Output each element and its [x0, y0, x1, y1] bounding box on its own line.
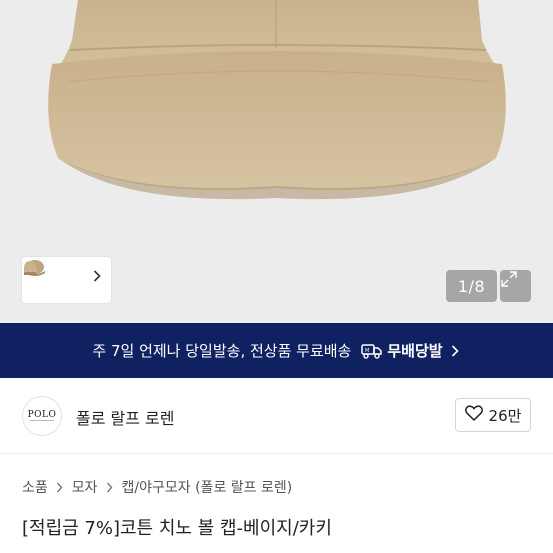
shipping-message: 주 7일 언제나 당일발송, 전상품 무료배송: [92, 342, 352, 360]
product-title: [적립금 7%]코튼 치노 볼 캡-베이지/카키: [22, 518, 332, 539]
breadcrumb-item[interactable]: 모자: [72, 477, 98, 497]
svg-text:M: M: [365, 348, 369, 354]
brand-name[interactable]: 폴로 랄프 로렌: [76, 405, 175, 429]
like-count: 26만: [488, 406, 522, 425]
chevron-right-icon: [451, 344, 461, 358]
shipping-banner[interactable]: 주 7일 언제나 당일발송, 전상품 무료배송 M 무배당발: [0, 323, 553, 378]
image-counter: 1/8: [446, 270, 497, 302]
breadcrumb-item[interactable]: 소품: [22, 477, 48, 497]
chevron-right-icon: [104, 481, 116, 493]
product-image-gallery[interactable]: 1/8: [0, 0, 553, 323]
truck-icon: M: [361, 342, 383, 360]
free-shipping-badge: 무배당발: [387, 342, 443, 360]
chevron-right-icon[interactable]: [93, 270, 105, 290]
breadcrumb-item[interactable]: 캡/야구모자 (폴로 랄프 로렌): [122, 477, 293, 497]
breadcrumb: 소품 모자 캡/야구모자 (폴로 랄프 로렌): [22, 477, 292, 497]
brand-logo-text: POLO: [27, 410, 57, 420]
thumbnail-strip: [22, 257, 111, 303]
heart-icon: [464, 405, 483, 425]
chevron-right-icon: [54, 481, 66, 493]
like-button[interactable]: 26만: [455, 398, 531, 432]
expand-icon[interactable]: [500, 270, 531, 302]
brand-logo-underline: [30, 420, 54, 421]
thumbnail-2[interactable]: [24, 261, 79, 298]
brand-logo[interactable]: POLO: [22, 396, 62, 436]
